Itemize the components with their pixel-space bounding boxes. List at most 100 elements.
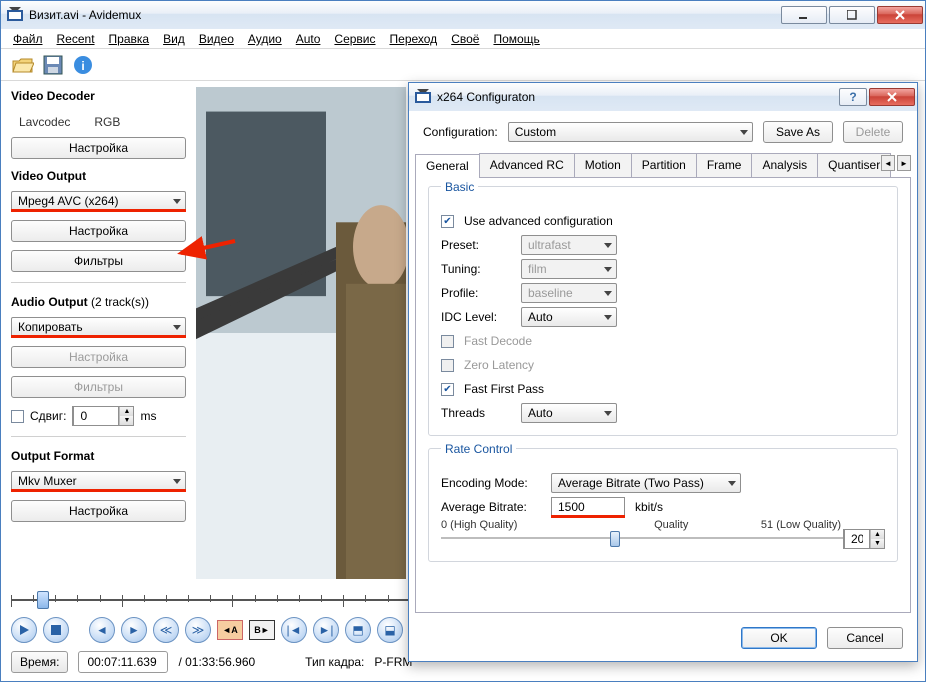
time-value: 00:07:11.639 bbox=[78, 651, 168, 673]
main-titlebar: Визит.avi - Avidemux bbox=[1, 1, 925, 29]
audio-codec-combo[interactable]: Копировать bbox=[11, 317, 186, 337]
profile-label: Profile: bbox=[441, 286, 511, 300]
ok-button[interactable]: OK bbox=[741, 627, 817, 649]
duration-label: / 01:33:56.960 bbox=[178, 655, 255, 669]
encoding-mode-combo[interactable]: Average Bitrate (Two Pass) bbox=[551, 473, 741, 493]
video-preview bbox=[196, 87, 406, 579]
output-format-title: Output Format bbox=[11, 449, 186, 463]
delete-button[interactable]: Delete bbox=[843, 121, 903, 143]
menu-go[interactable]: Переход bbox=[384, 31, 444, 46]
menu-help[interactable]: Помощь bbox=[487, 31, 545, 46]
goto-end-button[interactable]: ►| bbox=[313, 617, 339, 643]
audio-configure-button[interactable]: Настройка bbox=[11, 346, 186, 368]
video-configure-button[interactable]: Настройка bbox=[11, 220, 186, 242]
idc-label: IDC Level: bbox=[441, 310, 511, 324]
dialog-close-button[interactable] bbox=[869, 88, 915, 106]
menu-view[interactable]: Вид bbox=[157, 31, 191, 46]
prev-frame-button[interactable]: ◄ bbox=[89, 617, 115, 643]
encoding-mode-label: Encoding Mode: bbox=[441, 476, 541, 490]
goto-start-button[interactable]: |◄ bbox=[281, 617, 307, 643]
tab-scroll-left[interactable]: ◄ bbox=[881, 155, 895, 171]
tab-motion[interactable]: Motion bbox=[574, 153, 632, 177]
dialog-titlebar: x264 Configuraton ? bbox=[409, 83, 917, 111]
toolbar: i bbox=[1, 49, 925, 81]
tuning-label: Tuning: bbox=[441, 262, 511, 276]
quality-low-label: 0 (High Quality) bbox=[441, 519, 517, 531]
fast-first-pass-checkbox[interactable]: ✔ bbox=[441, 383, 454, 396]
save-icon[interactable] bbox=[41, 53, 65, 77]
zero-latency-label: Zero Latency bbox=[464, 358, 534, 372]
next-keyframe-button[interactable]: ≫ bbox=[185, 617, 211, 643]
menu-tools[interactable]: Сервис bbox=[328, 31, 381, 46]
dialog-help-button[interactable]: ? bbox=[839, 88, 867, 106]
shift-spinbox[interactable]: ▲▼ bbox=[72, 406, 134, 426]
fast-decode-checkbox[interactable] bbox=[441, 335, 454, 348]
play-button[interactable] bbox=[11, 617, 37, 643]
cancel-button-dialog[interactable]: Cancel bbox=[827, 627, 903, 649]
tab-strip: General Advanced RC Motion Partition Fra… bbox=[415, 153, 911, 178]
decoder-configure-button[interactable]: Настройка bbox=[11, 137, 186, 159]
save-as-button[interactable]: Save As bbox=[763, 121, 833, 143]
quality-spinbox[interactable]: ▲▼ bbox=[843, 529, 885, 549]
main-title: Визит.avi - Avidemux bbox=[29, 8, 775, 22]
config-combo[interactable]: Custom bbox=[508, 122, 753, 142]
video-codec-combo[interactable]: Mpeg4 AVC (x264) bbox=[11, 191, 186, 211]
tab-general[interactable]: General bbox=[415, 154, 480, 178]
threads-combo[interactable]: Auto bbox=[521, 403, 617, 423]
menu-file[interactable]: Файл bbox=[7, 31, 49, 46]
config-label: Configuration: bbox=[423, 125, 498, 139]
threads-label: Threads bbox=[441, 406, 511, 420]
audio-output-title: Audio Output (2 track(s)) bbox=[11, 295, 186, 309]
menu-audio[interactable]: Аудио bbox=[242, 31, 288, 46]
fast-decode-label: Fast Decode bbox=[464, 334, 532, 348]
menubar: Файл Recent Правка Вид Видео Аудио Auto … bbox=[1, 29, 925, 49]
tab-partition[interactable]: Partition bbox=[631, 153, 697, 177]
profile-combo[interactable]: baseline bbox=[521, 283, 617, 303]
side-panel: Video Decoder Lavcodec RGB Настройка Vid… bbox=[11, 87, 186, 579]
menu-auto[interactable]: Auto bbox=[290, 31, 327, 46]
quality-center-label: Quality bbox=[654, 519, 688, 531]
menu-video[interactable]: Видео bbox=[193, 31, 240, 46]
mark-a-button[interactable]: ◄A bbox=[217, 620, 243, 640]
stop-button[interactable] bbox=[43, 617, 69, 643]
muxer-configure-button[interactable]: Настройка bbox=[11, 500, 186, 522]
prev-keyframe-button[interactable]: ≪ bbox=[153, 617, 179, 643]
quality-slider[interactable]: 0 (High Quality) Quality 51 (Low Quality… bbox=[441, 519, 885, 551]
next-frame-button[interactable]: ► bbox=[121, 617, 147, 643]
goto-a-button[interactable]: ⬒ bbox=[345, 617, 371, 643]
video-decoder-title: Video Decoder bbox=[11, 89, 186, 103]
open-icon[interactable] bbox=[11, 53, 35, 77]
idc-combo[interactable]: Auto bbox=[521, 307, 617, 327]
tab-analysis[interactable]: Analysis bbox=[751, 153, 818, 177]
video-output-title: Video Output bbox=[11, 169, 186, 183]
lavcodec-label: Lavcodec bbox=[19, 115, 70, 129]
menu-custom[interactable]: Своё bbox=[445, 31, 485, 46]
bitrate-input[interactable] bbox=[551, 497, 625, 517]
use-adv-checkbox[interactable]: ✔ bbox=[441, 215, 454, 228]
frame-type-value: P-FRM bbox=[374, 655, 412, 669]
menu-recent[interactable]: Recent bbox=[51, 31, 101, 46]
tab-scroll-right[interactable]: ► bbox=[897, 155, 911, 171]
mark-b-button[interactable]: B► bbox=[249, 620, 275, 640]
tab-frame[interactable]: Frame bbox=[696, 153, 753, 177]
preset-combo[interactable]: ultrafast bbox=[521, 235, 617, 255]
tab-panel-general: Basic ✔Use advanced configuration Preset… bbox=[415, 178, 911, 613]
muxer-combo[interactable]: Mkv Muxer bbox=[11, 471, 186, 491]
maximize-button[interactable] bbox=[829, 6, 875, 24]
time-label-button[interactable]: Время: bbox=[11, 651, 68, 673]
close-button[interactable] bbox=[877, 6, 923, 24]
video-filters-button[interactable]: Фильтры bbox=[11, 250, 186, 272]
rgb-label: RGB bbox=[94, 115, 120, 129]
fast-first-pass-label: Fast First Pass bbox=[464, 382, 544, 396]
tab-advanced-rc[interactable]: Advanced RC bbox=[479, 153, 575, 177]
zero-latency-checkbox[interactable] bbox=[441, 359, 454, 372]
shift-checkbox[interactable] bbox=[11, 410, 24, 423]
info-icon[interactable]: i bbox=[71, 53, 95, 77]
audio-filters-button[interactable]: Фильтры bbox=[11, 376, 186, 398]
goto-b-button[interactable]: ⬓ bbox=[377, 617, 403, 643]
shift-label: Сдвиг: bbox=[30, 409, 66, 423]
tuning-combo[interactable]: film bbox=[521, 259, 617, 279]
menu-edit[interactable]: Правка bbox=[103, 31, 156, 46]
minimize-button[interactable] bbox=[781, 6, 827, 24]
x264-config-dialog: x264 Configuraton ? Configuration: Custo… bbox=[408, 82, 918, 662]
